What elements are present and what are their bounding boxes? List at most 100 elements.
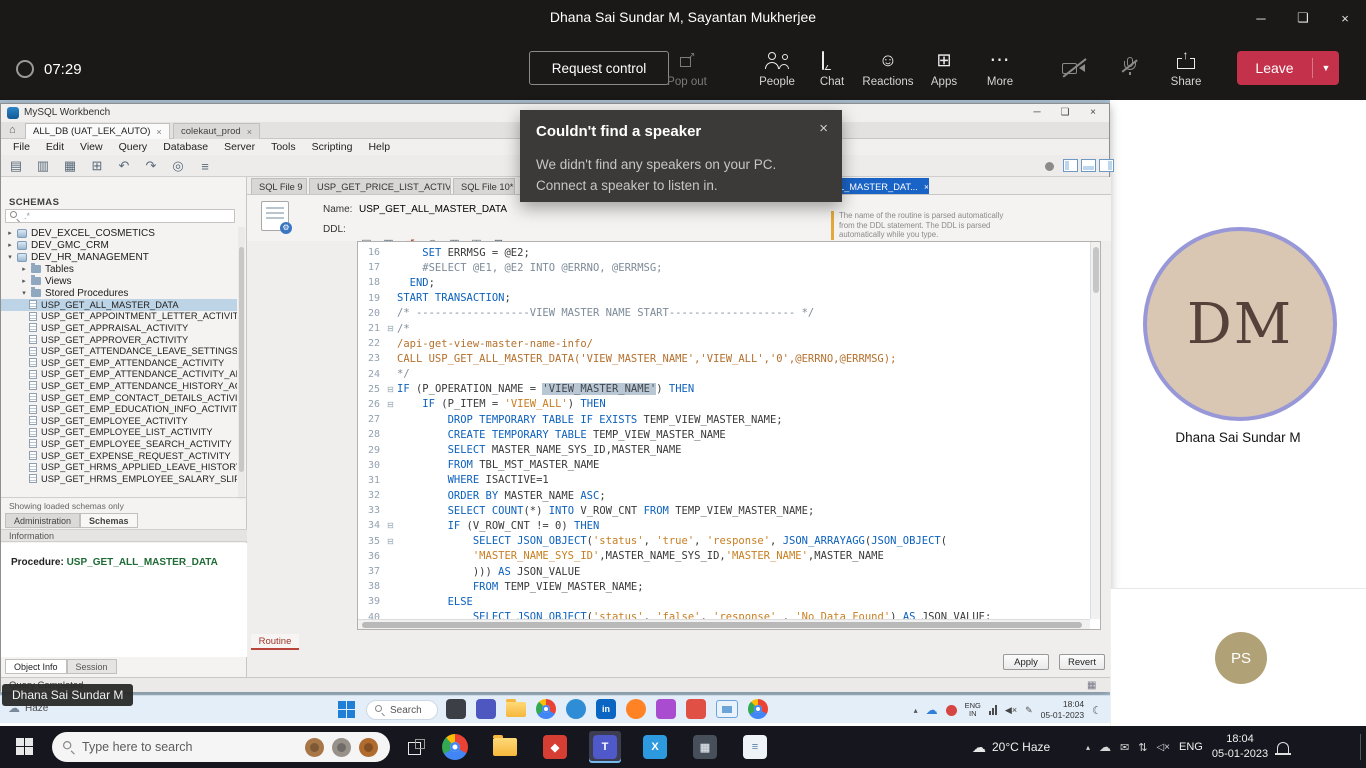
apps-button[interactable]: ⊞ Apps <box>916 50 972 88</box>
mic-button[interactable] <box>1102 56 1158 76</box>
wb-maximize-icon[interactable]: ❏ <box>1051 105 1079 120</box>
procedure-item[interactable]: USP_GET_APPROVER_ACTIVITY <box>1 334 237 346</box>
tree-item[interactable]: ▸Tables <box>1 263 237 275</box>
toggle-sidebar-icon[interactable] <box>1063 159 1078 172</box>
sql-tab-file10[interactable]: SQL File 10* <box>453 178 515 194</box>
close-icon[interactable]: × <box>1324 4 1366 32</box>
wb-minimize-icon[interactable]: ─ <box>1023 105 1051 120</box>
redo-icon[interactable]: ↷ <box>142 157 160 175</box>
onedrive-icon[interactable]: ☁ <box>926 703 938 717</box>
editor-horizontal-scrollbar[interactable] <box>358 619 1090 629</box>
connection-tab-alldb[interactable]: ALL_DB (UAT_LEK_AUTO)× <box>25 123 170 139</box>
start-button[interactable] <box>338 701 355 718</box>
tree-item[interactable]: ▸Views <box>1 275 237 287</box>
search-highlight-icon[interactable] <box>332 738 351 757</box>
close-tab-icon[interactable]: × <box>247 127 252 137</box>
create-schema-icon[interactable]: ▦ <box>61 157 79 175</box>
notifications-icon[interactable] <box>1277 742 1289 753</box>
language-indicator[interactable]: ENG <box>1179 741 1203 753</box>
notes-icon[interactable]: ≡ <box>743 735 767 759</box>
firefox-icon[interactable] <box>626 699 646 719</box>
search-icon[interactable]: ◎ <box>169 157 187 175</box>
search-highlight-icon[interactable] <box>359 738 378 757</box>
procedure-item[interactable]: USP_GET_ALL_MASTER_DATA <box>1 299 237 311</box>
purple-app-icon[interactable] <box>656 699 676 719</box>
teams-icon[interactable]: T <box>593 735 617 759</box>
search-highlight-icon[interactable] <box>305 738 324 757</box>
camera-button[interactable] <box>1046 58 1102 78</box>
adobe-icon[interactable]: ◆ <box>543 735 567 759</box>
menu-scripting[interactable]: Scripting <box>304 141 361 153</box>
mic-in-use-icon[interactable] <box>946 705 957 716</box>
tray-expand-icon[interactable]: ▴ <box>1086 743 1090 752</box>
wb-close-icon[interactable]: × <box>1079 105 1107 120</box>
procedure-item[interactable]: USP_GET_HRMS_APPLIED_LEAVE_HISTORY_A <box>1 461 237 473</box>
calculator-icon-tile[interactable]: ▦ <box>689 731 721 763</box>
tree-item[interactable]: ▸DEV_GMC_CRM <box>1 239 237 251</box>
sql-tab-file9[interactable]: SQL File 9 <box>251 178 307 194</box>
file-explorer-icon-tile[interactable] <box>489 731 521 763</box>
procedure-item[interactable]: USP_GET_EMP_CONTACT_DETAILS_ACTIVITY <box>1 392 237 404</box>
menu-edit[interactable]: Edit <box>38 141 72 153</box>
host-search-box[interactable]: Type here to search <box>52 732 390 762</box>
night-light-icon[interactable]: ☾ <box>1092 704 1102 717</box>
request-control-button[interactable]: Request control <box>529 51 669 85</box>
procedure-item[interactable]: USP_GET_EXPENSE_REQUEST_ACTIVITY <box>1 450 237 462</box>
show-desktop-button[interactable] <box>1360 734 1361 760</box>
open-script-icon[interactable]: ▥ <box>34 157 52 175</box>
procedure-item[interactable]: USP_GET_EMPLOYEE_ACTIVITY <box>1 415 237 427</box>
minimize-icon[interactable]: ─ <box>1240 4 1282 32</box>
teams-icon-tile[interactable]: T <box>589 731 621 763</box>
sidebar-scrollbar[interactable] <box>238 227 245 499</box>
procedure-item[interactable]: USP_GET_EMP_EDUCATION_INFO_ACTIVITY <box>1 403 237 415</box>
calculator-icon[interactable]: ▦ <box>693 735 717 759</box>
procedure-item[interactable]: USP_GET_EMP_ATTENDANCE_ACTIVITY <box>1 357 237 369</box>
apply-button[interactable]: Apply <box>1003 654 1049 670</box>
close-tab-icon[interactable]: × <box>924 182 929 192</box>
procedure-item[interactable]: USP_GET_HRMS_EMPLOYEE_SALARY_SLIP_A( <box>1 473 237 485</box>
toggle-secondary-sidebar-icon[interactable] <box>1099 159 1114 172</box>
menu-file[interactable]: File <box>5 141 38 153</box>
undo-icon[interactable]: ↶ <box>115 157 133 175</box>
procedure-item[interactable]: USP_GET_APPRAISAL_ACTIVITY <box>1 322 237 334</box>
volume-icon[interactable]: ◁× <box>1156 742 1170 753</box>
chat-button[interactable]: Chat <box>804 50 860 88</box>
toggle-output-icon[interactable] <box>1081 159 1096 172</box>
restore-icon[interactable]: ❏ <box>1282 4 1324 32</box>
adobe-icon-tile[interactable]: ◆ <box>539 731 571 763</box>
schema-filter-input[interactable]: .* <box>5 209 235 223</box>
task-view-icon[interactable] <box>408 739 425 754</box>
shared-search-box[interactable]: Search <box>366 700 438 720</box>
procedure-item[interactable]: USP_GET_APPOINTMENT_LETTER_ACTIVITY <box>1 311 237 323</box>
procedure-item[interactable]: USP_GET_EMPLOYEE_LIST_ACTIVITY <box>1 427 237 439</box>
create-table-icon[interactable]: ⊞ <box>88 157 106 175</box>
chrome-icon[interactable] <box>536 699 556 719</box>
share-button[interactable]: ↑ Share <box>1158 50 1214 88</box>
tab-schemas[interactable]: Schemas <box>80 513 138 528</box>
blue-x-app-icon-tile[interactable]: X <box>639 731 671 763</box>
procedure-item[interactable]: USP_GET_ATTENDANCE_LEAVE_SETTINGS_A( <box>1 345 237 357</box>
onedrive-icon[interactable]: ☁ <box>1099 740 1111 754</box>
leave-options-chevron-icon[interactable]: ▼ <box>1313 63 1339 73</box>
language-indicator[interactable]: ENGIN <box>965 702 981 718</box>
host-clock[interactable]: 18:0405-01-2023 <box>1212 732 1268 762</box>
tab-session[interactable]: Session <box>67 659 117 674</box>
reactions-button[interactable]: ☺ Reactions <box>860 50 916 88</box>
procedure-item[interactable]: USP_GET_EMP_ATTENDANCE_ACTIVITY_APP <box>1 369 237 381</box>
edge-icon[interactable] <box>566 699 586 719</box>
tab-administration[interactable]: Administration <box>5 513 80 528</box>
close-icon[interactable]: × <box>819 120 828 137</box>
close-tab-icon[interactable]: × <box>156 127 161 137</box>
code-editor[interactable]: 16 SET ERRMSG = @E2;17 #SELECT @E1, @E2 … <box>357 241 1101 630</box>
connection-tab-colekaut[interactable]: colekaut_prod× <box>173 123 260 139</box>
menu-query[interactable]: Query <box>111 141 156 153</box>
tab-object-info[interactable]: Object Info <box>5 659 67 674</box>
sql-tab-price-list[interactable]: USP_GET_PRICE_LIST_ACTIV... <box>309 178 451 194</box>
pen-icon[interactable]: ✎ <box>1025 705 1033 716</box>
tree-item[interactable]: ▾DEV_HR_MANAGEMENT <box>1 251 237 263</box>
network-icon[interactable]: ⇅ <box>1138 741 1147 754</box>
procedure-item[interactable]: USP_GET_EMP_ATTENDANCE_HISTORY_ACTI <box>1 380 237 392</box>
menu-help[interactable]: Help <box>360 141 398 153</box>
preferences-icon[interactable]: ≡ <box>196 157 214 175</box>
start-button[interactable] <box>16 738 33 755</box>
